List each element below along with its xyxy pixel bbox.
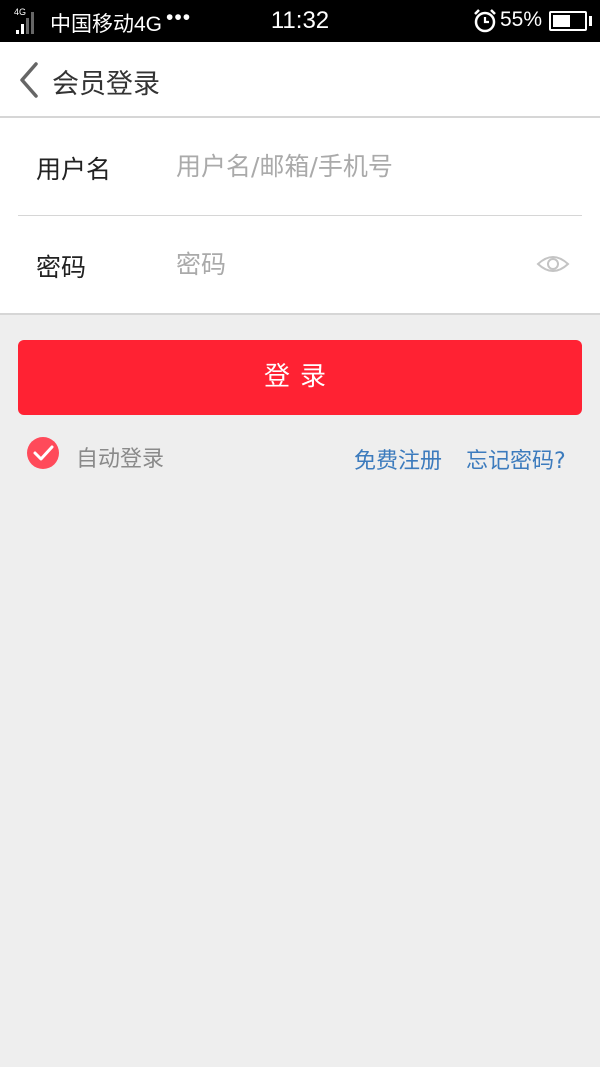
eye-icon[interactable] bbox=[536, 252, 570, 276]
forgot-password-link[interactable]: 忘记密码? bbox=[466, 443, 566, 475]
battery-cap bbox=[589, 16, 592, 26]
password-input[interactable] bbox=[176, 238, 516, 290]
username-row: 用户名 bbox=[0, 118, 600, 216]
chevron-left-icon[interactable] bbox=[14, 60, 44, 100]
login-button[interactable]: 登录 bbox=[18, 340, 582, 415]
password-row: 密码 bbox=[0, 216, 600, 313]
battery-fill bbox=[553, 15, 570, 27]
auto-login-label: 自动登录 bbox=[76, 447, 165, 472]
register-link[interactable]: 免费注册 bbox=[354, 443, 442, 475]
alarm-icon bbox=[474, 9, 496, 33]
username-input[interactable] bbox=[176, 140, 516, 192]
battery-percent: 55% bbox=[500, 8, 543, 31]
password-label: 密码 bbox=[36, 253, 87, 282]
page-title: 会员登录 bbox=[52, 69, 160, 100]
checkmark-circle-icon[interactable] bbox=[26, 436, 60, 470]
login-form: 用户名 密码 bbox=[0, 118, 600, 315]
nav-bar: 会员登录 bbox=[0, 42, 600, 118]
status-bar: 4G 中国移动4G ••• 11:32 55% bbox=[0, 0, 600, 42]
username-label: 用户名 bbox=[36, 155, 112, 184]
battery-icon bbox=[549, 11, 587, 31]
